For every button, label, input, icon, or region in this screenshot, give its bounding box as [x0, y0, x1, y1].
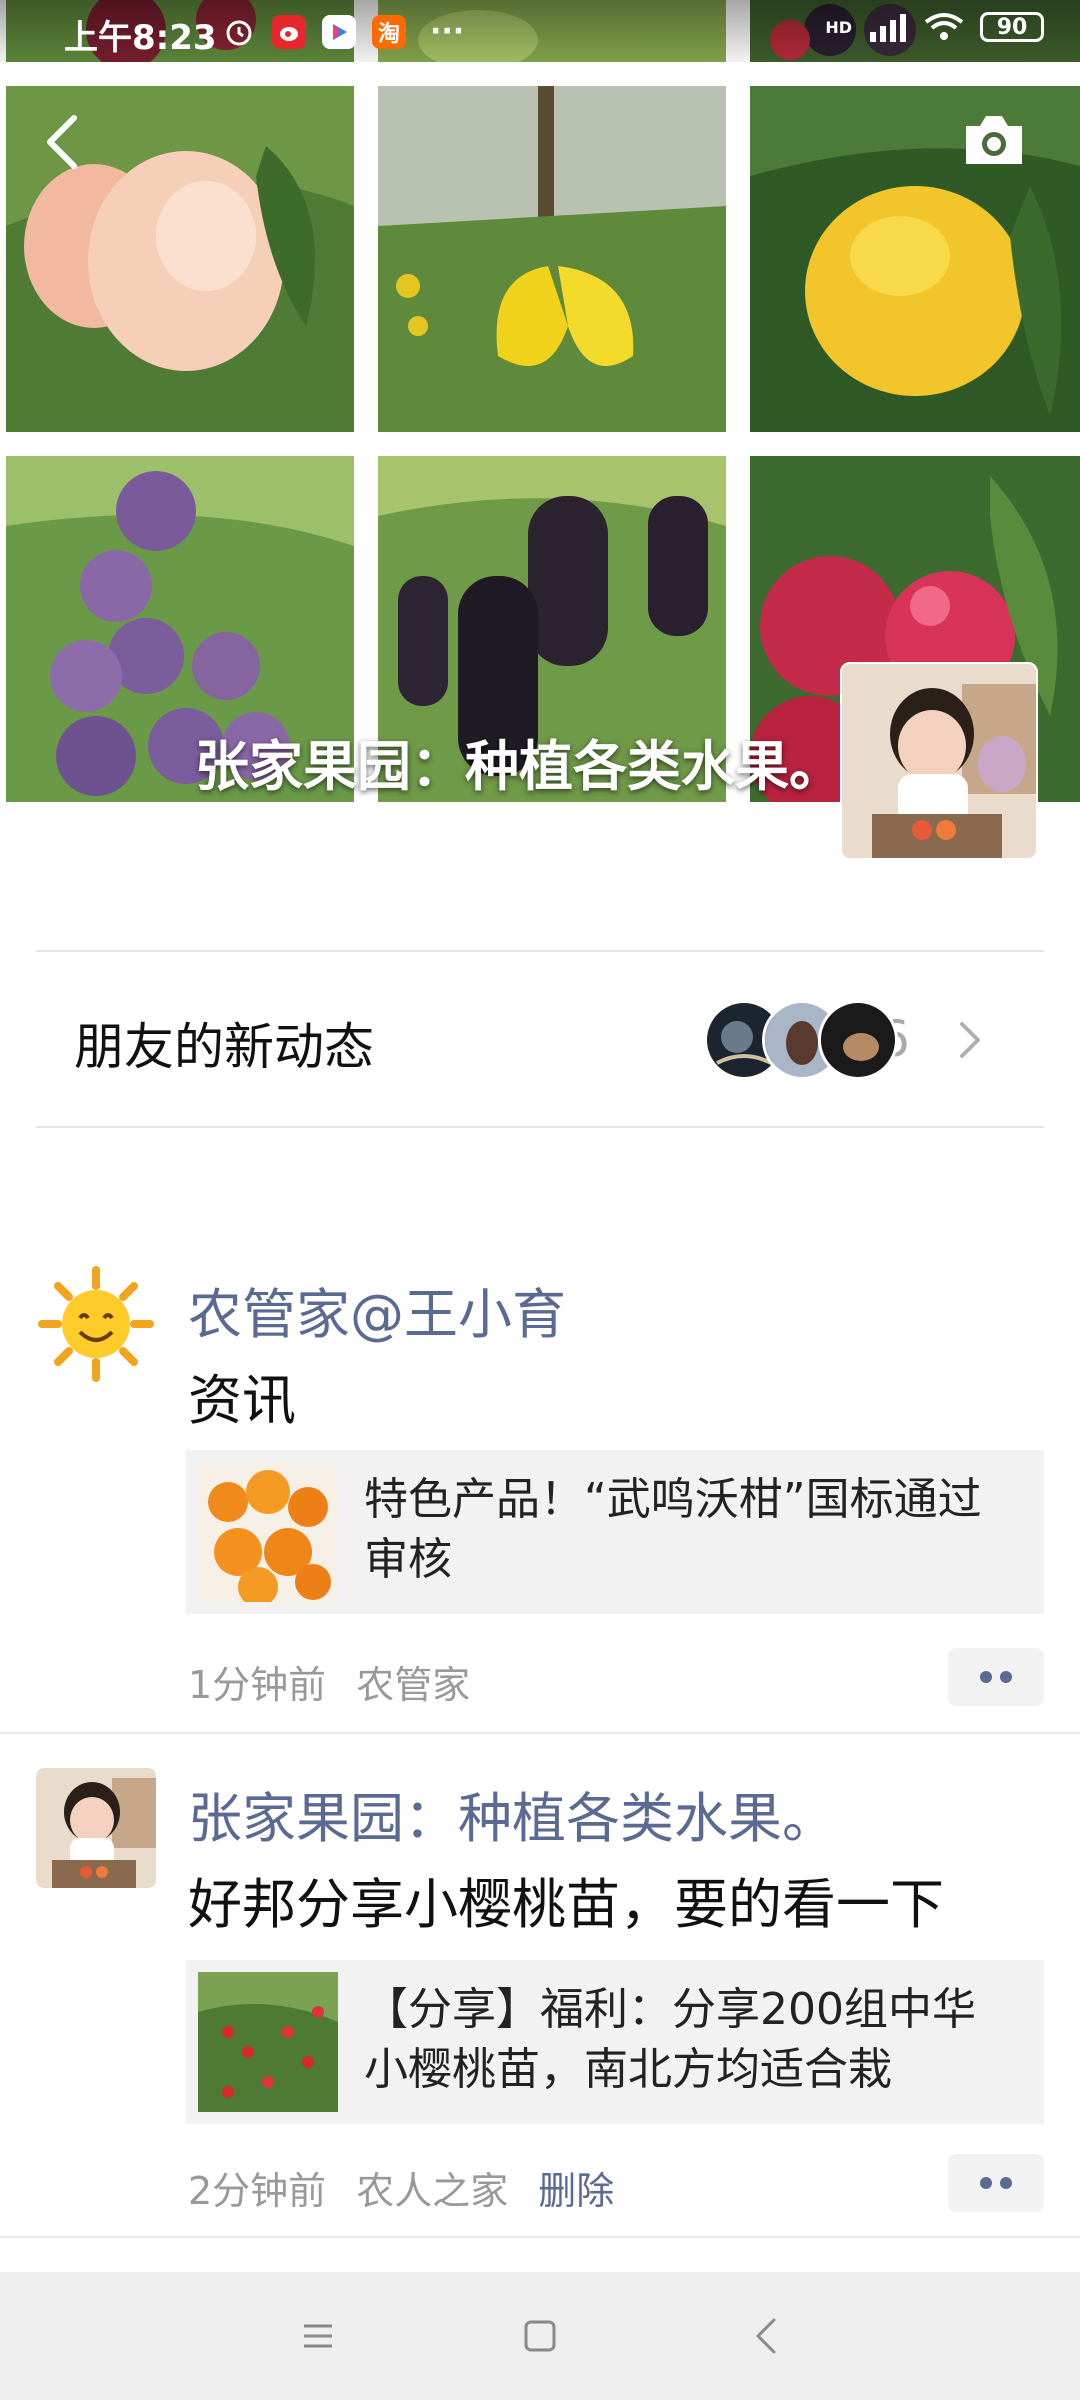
post-divider — [0, 1732, 1080, 1734]
dot-icon — [1000, 1671, 1012, 1683]
cover-tile-figs — [378, 86, 726, 432]
post-time: 2分钟前 — [188, 2169, 327, 2213]
post-source[interactable]: 农管家 — [356, 1663, 470, 1707]
friends-new-activity-row[interactable]: 朋友的新动态 6 — [36, 952, 1044, 1127]
chevron-right-icon — [954, 1014, 986, 1066]
dot-icon — [980, 2177, 992, 2189]
status-app-icons: 淘 ··· — [222, 14, 464, 49]
post-more-button[interactable] — [948, 1648, 1044, 1706]
weibo-icon — [272, 14, 306, 49]
post-text: 资讯 — [188, 1369, 296, 1432]
post-link-card[interactable]: 【分享】福利：分享200组中华小樱桃苗，南北方均适合栽种，… — [186, 1960, 1044, 2124]
post-avatar[interactable] — [36, 1264, 156, 1384]
post-author[interactable]: 农管家@王小育 — [188, 1270, 566, 1349]
status-bar: 上午8:23 淘 ··· HD 90 — [0, 0, 1080, 62]
delete-link[interactable]: 删除 — [538, 2169, 614, 2213]
alarm-icon — [222, 15, 256, 49]
post-card-thumbnail — [198, 1972, 338, 2112]
taobao-icon: 淘 — [372, 14, 406, 49]
post-more-button[interactable] — [948, 2154, 1044, 2212]
profile-avatar[interactable] — [840, 662, 1038, 860]
wifi-icon — [924, 13, 964, 40]
post-source[interactable]: 农人之家 — [356, 2169, 508, 2213]
signal-icon — [870, 14, 906, 42]
post-card-title: 【分享】福利：分享200组中华小樱桃苗，南北方均适合栽种，… — [364, 1984, 976, 2095]
home-icon[interactable] — [516, 2312, 564, 2360]
post-time: 1分钟前 — [188, 1663, 327, 1707]
sun-smile-icon — [36, 1264, 156, 1384]
divider-bottom — [36, 1126, 1044, 1128]
back-nav-icon[interactable] — [744, 2312, 792, 2360]
dot-icon — [1000, 2177, 1012, 2189]
video-icon — [322, 14, 356, 49]
battery-indicator: 90 — [980, 12, 1044, 42]
cover-user-name: 张家果园：种植各类水果。 — [195, 735, 843, 798]
post-link-card[interactable]: 特色产品！“武鸣沃柑”国标通过审核 — [186, 1450, 1044, 1614]
back-icon[interactable] — [40, 112, 88, 172]
status-more: ··· — [430, 14, 465, 49]
menu-icon[interactable] — [294, 2312, 342, 2360]
system-navigation-bar — [0, 2272, 1080, 2400]
status-right: HD 90 — [825, 12, 1044, 42]
camera-icon[interactable] — [960, 112, 1028, 168]
post-meta: 1分钟前 农管家 — [188, 1654, 500, 1709]
post-meta: 2分钟前 农人之家 删除 — [188, 2160, 644, 2215]
friends-avatar-stack — [670, 1000, 898, 1080]
post-author[interactable]: 张家果园：种植各类水果。 — [188, 1774, 836, 1853]
post-divider — [0, 2236, 1080, 2238]
network-type: HD — [825, 17, 852, 37]
post-card-thumbnail — [198, 1462, 338, 1602]
status-time: 上午8:23 — [64, 18, 217, 58]
cover-tile-citrus — [750, 86, 1080, 432]
post-avatar[interactable] — [36, 1768, 156, 1888]
post-card-title: 特色产品！“武鸣沃柑”国标通过审核 — [364, 1474, 982, 1585]
post-text: 好邦分享小樱桃苗，要的看一下 — [188, 1873, 944, 1936]
friend-avatar-3 — [818, 1000, 898, 1080]
friends-activity-title: 朋友的新动态 — [74, 1018, 374, 1076]
dot-icon — [980, 1671, 992, 1683]
